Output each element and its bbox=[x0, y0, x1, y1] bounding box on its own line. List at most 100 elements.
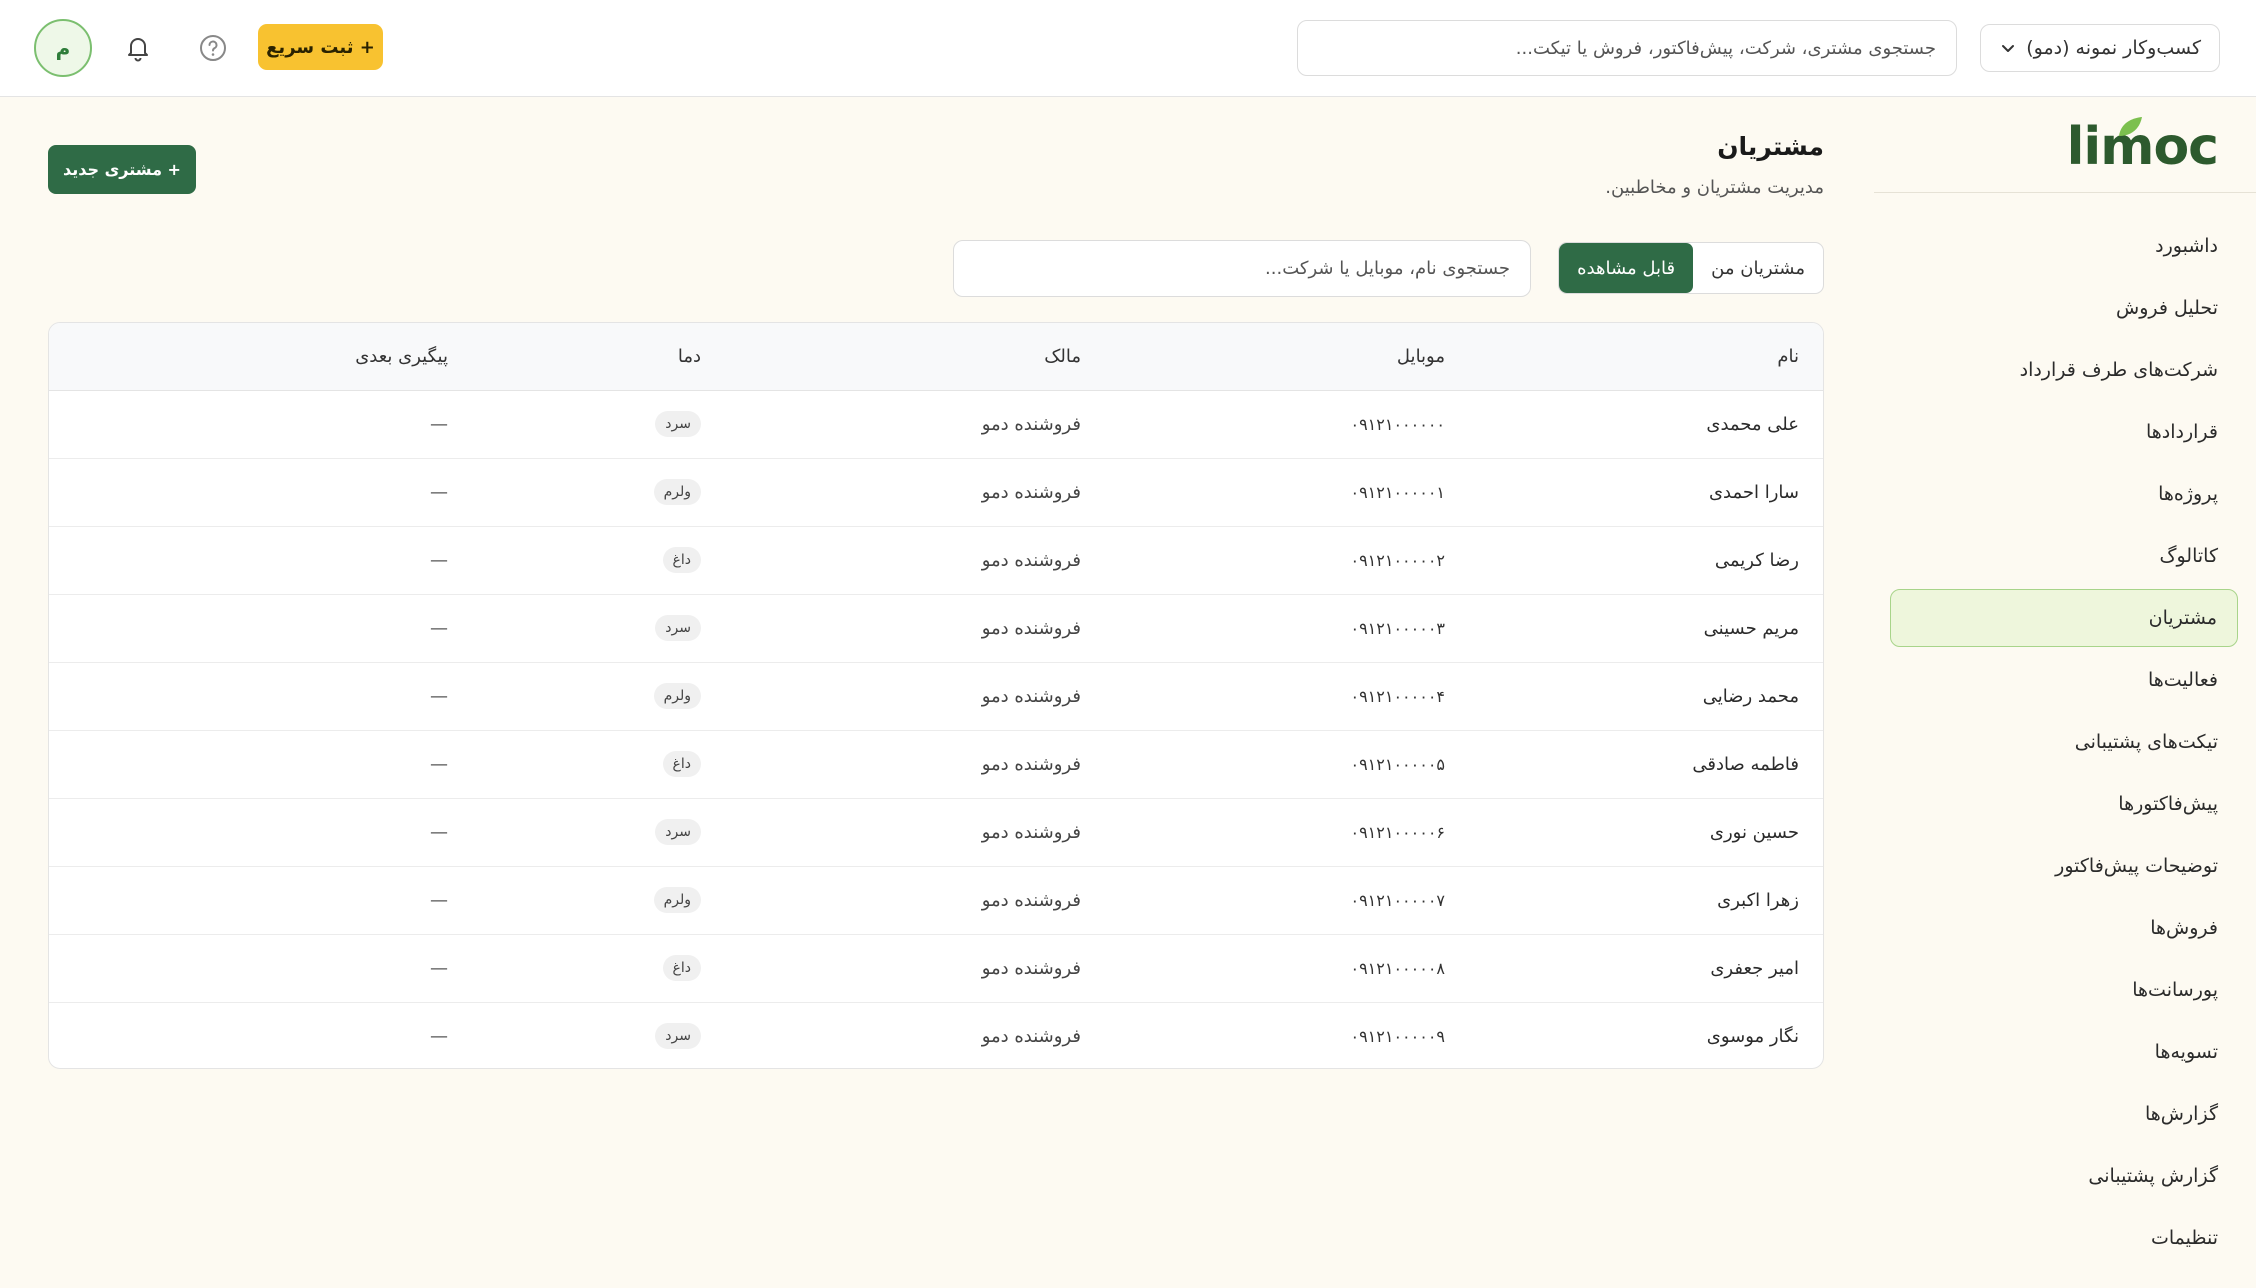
customer-owner: فروشنده دمو bbox=[701, 797, 1081, 866]
temperature-badge: ولرم bbox=[653, 887, 701, 913]
customer-mobile: ۰۹۱۲۱۰۰۰۰۰۲ bbox=[1081, 525, 1445, 594]
customers-table: نام موبایل مالک دما پیگیری بعدی علی محمد… bbox=[48, 322, 1824, 1069]
avatar[interactable]: م bbox=[34, 19, 92, 77]
new-customer-button[interactable]: + مشتری جدید bbox=[48, 145, 196, 194]
customer-name[interactable]: علی محمدی bbox=[1445, 390, 1823, 458]
customer-name[interactable]: حسین نوری bbox=[1445, 797, 1823, 866]
temperature-cell: سرد bbox=[448, 797, 701, 866]
sidebar-item-proforma-notes[interactable]: توضیحات پیش‌فاکتور bbox=[1890, 837, 2238, 895]
temperature-cell: سرد bbox=[448, 390, 701, 458]
sidebar-item-label: قراردادها bbox=[2145, 421, 2218, 443]
sidebar-item-label: پروژه‌ها bbox=[2158, 483, 2218, 505]
page-subtitle: مدیریت مشتریان و مخاطبین. bbox=[1605, 177, 1824, 198]
segment-visible[interactable]: قابل مشاهده bbox=[1559, 243, 1694, 293]
chevron-down-icon bbox=[1999, 39, 2017, 57]
sidebar-item-label: تسویه‌ها bbox=[2154, 1041, 2218, 1063]
logo[interactable]: limoc bbox=[2067, 117, 2219, 177]
sidebar-item-dashboard[interactable]: داشبورد bbox=[1890, 217, 2238, 275]
page-title: مشتریان bbox=[1717, 132, 1824, 161]
sidebar-item-sales[interactable]: فروش‌ها bbox=[1890, 899, 2238, 957]
customer-name[interactable]: فاطمه صادقی bbox=[1445, 729, 1823, 798]
global-search[interactable] bbox=[1297, 20, 1957, 76]
temperature-cell: ولرم bbox=[448, 661, 701, 730]
sidebar-item-catalog[interactable]: کاتالوگ bbox=[1890, 527, 2238, 585]
sidebar-nav: داشبورد تحلیل فروش شرکت‌های طرف قرارداد … bbox=[1890, 217, 2238, 1271]
global-search-input[interactable] bbox=[1318, 37, 1936, 59]
customer-owner: فروشنده دمو bbox=[701, 525, 1081, 594]
notifications-button[interactable] bbox=[118, 28, 158, 68]
temperature-badge: ولرم bbox=[653, 683, 701, 709]
sidebar-item-label: فروش‌ها bbox=[2150, 917, 2218, 939]
table-row[interactable]: رضا کریمی ۰۹۱۲۱۰۰۰۰۰۲ فروشنده دمو داغ — bbox=[49, 525, 1823, 594]
column-header-name[interactable]: نام bbox=[1445, 323, 1823, 391]
customer-owner: فروشنده دمو bbox=[701, 457, 1081, 526]
sidebar-item-label: تحلیل فروش bbox=[2116, 297, 2218, 319]
table-row[interactable]: علی محمدی ۰۹۱۲۱۰۰۰۰۰۰ فروشنده دمو سرد — bbox=[49, 390, 1823, 458]
table-row[interactable]: محمد رضایی ۰۹۱۲۱۰۰۰۰۰۴ فروشنده دمو ولرم — bbox=[49, 661, 1823, 730]
customer-mobile: ۰۹۱۲۱۰۰۰۰۰۹ bbox=[1081, 1001, 1445, 1068]
next-followup: — bbox=[49, 457, 448, 526]
temperature-badge: سرد bbox=[655, 819, 701, 845]
table-row[interactable]: زهرا اکبری ۰۹۱۲۱۰۰۰۰۰۷ فروشنده دمو ولرم — bbox=[49, 865, 1823, 934]
customer-owner: فروشنده دمو bbox=[701, 661, 1081, 730]
table-row[interactable]: فاطمه صادقی ۰۹۱۲۱۰۰۰۰۰۵ فروشنده دمو داغ — bbox=[49, 729, 1823, 798]
table-header-row: نام موبایل مالک دما پیگیری بعدی bbox=[49, 323, 1823, 391]
help-icon bbox=[200, 35, 226, 61]
customer-search[interactable] bbox=[953, 240, 1531, 297]
customer-owner: فروشنده دمو bbox=[701, 729, 1081, 798]
sidebar-item-customers[interactable]: مشتریان bbox=[1890, 589, 2238, 647]
column-header-mobile[interactable]: موبایل bbox=[1081, 323, 1445, 391]
sidebar-item-support-report[interactable]: گزارش پشتیبانی bbox=[1890, 1147, 2238, 1205]
table-row[interactable]: سارا احمدی ۰۹۱۲۱۰۰۰۰۰۱ فروشنده دمو ولرم — bbox=[49, 457, 1823, 526]
temperature-cell: سرد bbox=[448, 593, 701, 662]
customer-search-input[interactable] bbox=[974, 258, 1510, 279]
sidebar-item-contracts[interactable]: قراردادها bbox=[1890, 403, 2238, 461]
table-row[interactable]: امیر جعفری ۰۹۱۲۱۰۰۰۰۰۸ فروشنده دمو داغ — bbox=[49, 933, 1823, 1002]
sidebar-item-settings[interactable]: تنظیمات bbox=[1890, 1209, 2238, 1267]
customer-name[interactable]: رضا کریمی bbox=[1445, 525, 1823, 594]
sidebar-item-settlements[interactable]: تسویه‌ها bbox=[1890, 1023, 2238, 1081]
quick-add-button[interactable]: + ثبت سریع bbox=[258, 24, 383, 70]
segment-my-customers[interactable]: مشتریان من bbox=[1693, 243, 1823, 293]
customer-name[interactable]: محمد رضایی bbox=[1445, 661, 1823, 730]
sidebar-item-activities[interactable]: فعالیت‌ها bbox=[1890, 651, 2238, 709]
column-header-temperature[interactable]: دما bbox=[448, 323, 701, 391]
sidebar-divider bbox=[1874, 192, 2256, 193]
table-row[interactable]: نگار موسوی ۰۹۱۲۱۰۰۰۰۰۹ فروشنده دمو سرد — bbox=[49, 1001, 1823, 1068]
column-header-owner[interactable]: مالک bbox=[701, 323, 1081, 391]
sidebar-item-label: داشبورد bbox=[2155, 235, 2218, 257]
sidebar-item-reports[interactable]: گزارش‌ها bbox=[1890, 1085, 2238, 1143]
sidebar-item-label: شرکت‌های طرف قرارداد bbox=[2019, 359, 2218, 381]
sidebar-item-proformas[interactable]: پیش‌فاکتورها bbox=[1890, 775, 2238, 833]
customer-mobile: ۰۹۱۲۱۰۰۰۰۰۰ bbox=[1350, 414, 1445, 434]
table-row[interactable]: حسین نوری ۰۹۱۲۱۰۰۰۰۰۶ فروشنده دمو سرد — bbox=[49, 797, 1823, 866]
customer-name[interactable]: سارا احمدی bbox=[1445, 457, 1823, 526]
sidebar-item-contract-companies[interactable]: شرکت‌های طرف قرارداد bbox=[1890, 341, 2238, 399]
sidebar-item-commissions[interactable]: پورسانت‌ها bbox=[1890, 961, 2238, 1019]
customer-name[interactable]: امیر جعفری bbox=[1445, 933, 1823, 1002]
customer-mobile: ۰۹۱۲۱۰۰۰۰۰۶ bbox=[1081, 797, 1445, 866]
sidebar-item-support-tickets[interactable]: تیکت‌های پشتیبانی bbox=[1890, 713, 2238, 771]
sidebar-item-sales-analysis[interactable]: تحلیل فروش bbox=[1890, 279, 2238, 337]
help-button[interactable] bbox=[193, 28, 233, 68]
temperature-badge: داغ bbox=[662, 547, 701, 573]
sidebar-item-label: گزارش‌ها bbox=[2145, 1103, 2218, 1125]
business-select-label: کسب‌وکار نمونه (دمو) bbox=[2026, 37, 2201, 59]
table-row[interactable]: مریم حسینی ۰۹۱۲۱۰۰۰۰۰۳ فروشنده دمو سرد — bbox=[49, 593, 1823, 662]
customer-mobile: ۰۹۱۲۱۰۰۰۰۰۷ bbox=[1081, 865, 1445, 934]
customer-name[interactable]: مریم حسینی bbox=[1445, 593, 1823, 662]
sidebar-item-label: تنظیمات bbox=[2150, 1227, 2218, 1249]
temperature-badge: ولرم bbox=[653, 479, 701, 505]
customer-owner: فروشنده دمو bbox=[701, 865, 1081, 934]
column-header-next-followup[interactable]: پیگیری بعدی bbox=[49, 323, 448, 391]
next-followup: — bbox=[430, 413, 448, 435]
sidebar-item-label: تیکت‌های پشتیبانی bbox=[2074, 731, 2218, 753]
temperature-badge: سرد bbox=[655, 615, 701, 641]
temperature-cell: سرد bbox=[448, 1001, 701, 1068]
customer-name[interactable]: نگار موسوی bbox=[1445, 1001, 1823, 1068]
customer-name[interactable]: زهرا اکبری bbox=[1445, 865, 1823, 934]
customer-mobile: ۰۹۱۲۱۰۰۰۰۰۴ bbox=[1081, 661, 1445, 730]
business-select[interactable]: کسب‌وکار نمونه (دمو) bbox=[1980, 24, 2220, 72]
sidebar-item-label: پورسانت‌ها bbox=[2132, 979, 2218, 1001]
sidebar-item-projects[interactable]: پروژه‌ها bbox=[1890, 465, 2238, 523]
